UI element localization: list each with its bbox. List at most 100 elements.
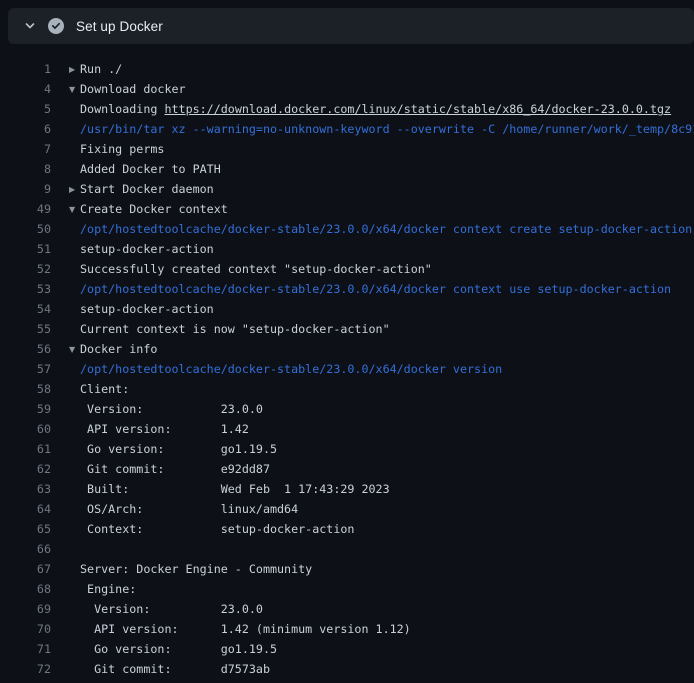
log-url-link[interactable]: https://download.docker.com/linux/static… <box>164 102 671 116</box>
log-line: 57/opt/hostedtoolcache/docker-stable/23.… <box>0 359 694 379</box>
line-number-link[interactable]: 9 <box>0 179 51 199</box>
log-text: Git commit: e92dd87 <box>80 459 270 479</box>
line-number-link[interactable]: 50 <box>0 219 51 239</box>
line-number-link[interactable]: 55 <box>0 319 51 339</box>
log-text: Version: 23.0.0 <box>80 399 263 419</box>
step-header[interactable]: Set up Docker <box>8 8 694 44</box>
log-text: Successfully created context "setup-dock… <box>80 259 432 279</box>
log-text: API version: 1.42 (minimum version 1.12) <box>80 619 411 639</box>
log-text: Version: 23.0.0 <box>80 599 263 619</box>
log-line: 68 Engine: <box>0 579 694 599</box>
line-number-link[interactable]: 61 <box>0 439 51 459</box>
log-text: setup-docker-action <box>80 239 214 259</box>
log-line: 71 Go version: go1.19.5 <box>0 639 694 659</box>
log-line: 63 Built: Wed Feb 1 17:43:29 2023 <box>0 479 694 499</box>
chevron-down-icon[interactable]: ▼ <box>69 340 80 360</box>
line-number-link[interactable]: 71 <box>0 639 51 659</box>
line-number-link[interactable]: 63 <box>0 479 51 499</box>
group-title[interactable]: Start Docker daemon <box>80 182 214 196</box>
log-line: 9 ▶Start Docker daemon <box>0 179 694 199</box>
line-number-link[interactable]: 51 <box>0 239 51 259</box>
log-text: ▼Docker info <box>80 339 157 359</box>
line-number-link[interactable]: 57 <box>0 359 51 379</box>
line-number-link[interactable]: 52 <box>0 259 51 279</box>
line-number-link[interactable]: 56 <box>0 339 51 359</box>
group-title[interactable]: Docker info <box>80 342 157 356</box>
log-line: 51 setup-docker-action <box>0 239 694 259</box>
log-line: 61 Go version: go1.19.5 <box>0 439 694 459</box>
log-text: ▼Download docker <box>80 79 186 99</box>
log-text: Git commit: d7573ab <box>80 659 270 679</box>
check-circle-icon <box>48 18 64 34</box>
log-text: API version: 1.42 <box>80 419 249 439</box>
log-line: 69 Version: 23.0.0 <box>0 599 694 619</box>
log-text: ▼Create Docker context <box>80 199 228 219</box>
log-line: 65 Context: setup-docker-action <box>0 519 694 539</box>
chevron-down-icon[interactable]: ▼ <box>69 80 80 100</box>
log-line: 52 Successfully created context "setup-do… <box>0 259 694 279</box>
log-line: 56 ▼Docker info <box>0 339 694 359</box>
line-number-link[interactable]: 49 <box>0 199 51 219</box>
log-line: 62 Git commit: e92dd87 <box>0 459 694 479</box>
log-line: 67 Server: Docker Engine - Community <box>0 559 694 579</box>
log-text-segment: Downloading <box>80 102 164 116</box>
line-number-link[interactable]: 6 <box>0 119 51 139</box>
log-text: Downloading https://download.docker.com/… <box>80 99 671 119</box>
log-text: OS/Arch: linux/amd64 <box>80 499 298 519</box>
line-number-link[interactable]: 60 <box>0 419 51 439</box>
log-text: Added Docker to PATH <box>80 159 221 179</box>
chevron-down-icon[interactable]: ▼ <box>69 200 80 220</box>
line-number-link[interactable]: 68 <box>0 579 51 599</box>
line-number-link[interactable]: 66 <box>0 539 51 559</box>
log-text: setup-docker-action <box>80 299 214 319</box>
group-title[interactable]: Download docker <box>80 82 186 96</box>
log-line: 49 ▼Create Docker context <box>0 199 694 219</box>
line-number-link[interactable]: 67 <box>0 559 51 579</box>
chevron-right-icon[interactable]: ▶ <box>69 180 80 200</box>
line-number-link[interactable]: 54 <box>0 299 51 319</box>
line-number-link[interactable]: 70 <box>0 619 51 639</box>
log-text: ▶Start Docker daemon <box>80 179 214 199</box>
log-line: 8 Added Docker to PATH <box>0 159 694 179</box>
log-line: 7 Fixing perms <box>0 139 694 159</box>
line-number-link[interactable]: 7 <box>0 139 51 159</box>
line-number-link[interactable]: 59 <box>0 399 51 419</box>
log-line: 64 OS/Arch: linux/amd64 <box>0 499 694 519</box>
chevron-right-icon[interactable]: ▶ <box>69 60 80 80</box>
log-line: 5 Downloading https://download.docker.com… <box>0 99 694 119</box>
log-line: 4 ▼Download docker <box>0 79 694 99</box>
log-text: /opt/hostedtoolcache/docker-stable/23.0.… <box>80 279 671 299</box>
line-number-link[interactable]: 72 <box>0 659 51 679</box>
log-text: Fixing perms <box>80 139 164 159</box>
log-container: 1▶Run ./4▼Download docker5Downloading ht… <box>0 44 694 683</box>
log-text: /opt/hostedtoolcache/docker-stable/23.0.… <box>80 219 692 239</box>
line-number-link[interactable]: 69 <box>0 599 51 619</box>
line-number-link[interactable]: 1 <box>0 59 51 79</box>
log-text: Go version: go1.19.5 <box>80 439 277 459</box>
log-line: 55 Current context is now "setup-docker-a… <box>0 319 694 339</box>
group-title[interactable]: Run ./ <box>80 62 122 76</box>
log-text: Server: Docker Engine - Community <box>80 559 312 579</box>
log-line: 54 setup-docker-action <box>0 299 694 319</box>
line-number-link[interactable]: 65 <box>0 519 51 539</box>
log-text: Context: setup-docker-action <box>80 519 354 539</box>
line-number-link[interactable]: 4 <box>0 79 51 99</box>
line-number-link[interactable]: 5 <box>0 99 51 119</box>
line-number-link[interactable]: 62 <box>0 459 51 479</box>
log-text: Go version: go1.19.5 <box>80 639 277 659</box>
line-number-link[interactable]: 53 <box>0 279 51 299</box>
log-text: Built: Wed Feb 1 17:43:29 2023 <box>80 479 390 499</box>
step-title: Set up Docker <box>76 19 163 34</box>
group-title[interactable]: Create Docker context <box>80 202 228 216</box>
line-number-link[interactable]: 64 <box>0 499 51 519</box>
log-line: 72 Git commit: d7573ab <box>0 659 694 679</box>
line-number-link[interactable]: 58 <box>0 379 51 399</box>
log-line: 50/opt/hostedtoolcache/docker-stable/23.… <box>0 219 694 239</box>
line-number-link[interactable]: 8 <box>0 159 51 179</box>
log-text: Current context is now "setup-docker-act… <box>80 319 390 339</box>
chevron-down-icon[interactable] <box>24 20 36 32</box>
log-line: 1 ▶Run ./ <box>0 59 694 79</box>
log-line: 70 API version: 1.42 (minimum version 1.… <box>0 619 694 639</box>
log-text: ▶Run ./ <box>80 59 122 79</box>
log-text: Client: <box>80 379 129 399</box>
